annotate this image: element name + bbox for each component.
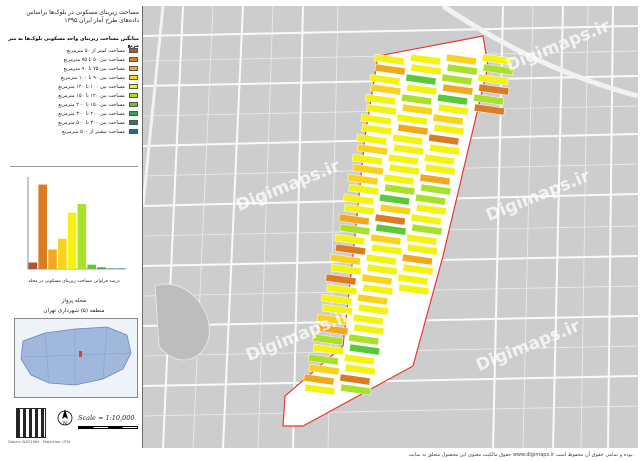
svg-text:N: N bbox=[63, 421, 67, 427]
legend-item: مساحت بین ۲۰۰ تا ۳۰۰ مترمربع bbox=[10, 109, 138, 118]
legend-label: مساحت بیشتر از ۵۰۰ مترمربع bbox=[62, 128, 125, 135]
map-block bbox=[478, 83, 510, 96]
location-subtitle: منطقه (۵) شهرداری تهران bbox=[43, 308, 105, 314]
legend-label: مساحت بین ۳۰۰ تا ۵۰۰ مترمربع bbox=[58, 119, 125, 126]
legend-swatch bbox=[129, 111, 138, 116]
legend-item: مساحت بیشتر از ۵۰۰ مترمربع bbox=[10, 127, 138, 136]
histogram-bar bbox=[48, 249, 57, 269]
scale-label: Scale = 1:10,000 bbox=[78, 414, 135, 422]
copyright-footer: حقوق مالکیت معنوی این محصول متعلق به سای… bbox=[408, 452, 634, 458]
neighborhood-marker bbox=[79, 351, 82, 357]
legend-swatch bbox=[129, 129, 138, 134]
legend-swatch bbox=[129, 57, 138, 62]
legend-label: مساحت کمتر از ۵۰ مترمربع bbox=[66, 47, 125, 54]
histogram-bar bbox=[38, 184, 47, 269]
legend-swatch bbox=[129, 93, 138, 98]
histogram-chart bbox=[27, 177, 126, 270]
histogram-bar bbox=[77, 204, 87, 269]
north-arrow-icon: N bbox=[57, 409, 73, 427]
legend-swatch bbox=[129, 102, 138, 107]
histogram-bar bbox=[107, 268, 116, 269]
histogram-bar bbox=[67, 212, 77, 269]
legend-label: مساحت بین ۵۰ تا ۷۵ مترمربع bbox=[63, 56, 125, 63]
legend-item: مساحت بین ۱۵۰ تا ۲۰۰ مترمربع bbox=[10, 100, 138, 109]
histogram-bar bbox=[97, 267, 106, 269]
histogram: درصد فراوانی مساحت زیربنای مسکونی در محل… bbox=[10, 166, 138, 290]
legend-item: مساحت بین ۵۰ تا ۷۵ مترمربع bbox=[10, 55, 138, 64]
histogram-bar bbox=[87, 264, 96, 269]
legend-label: مساحت بین ۲۰۰ تا ۳۰۰ مترمربع bbox=[58, 110, 125, 117]
legend-label: مساحت بین ۷۵ تا ۹۰ مترمربع bbox=[63, 65, 125, 72]
legend-swatch bbox=[129, 120, 138, 125]
legend-label: مساحت بین ۱۵۰ تا ۲۰۰ مترمربع bbox=[58, 101, 125, 108]
legend-item: مساحت بین ۱۲۰ تا ۱۵۰ مترمربع bbox=[10, 91, 138, 100]
legend-label: مساحت بین ۹۰ تا ۱۰۰ مترمربع bbox=[60, 74, 125, 81]
histogram-caption: درصد فراوانی مساحت زیربنای مسکونی در محل… bbox=[28, 279, 120, 284]
location-title: محله پرواز bbox=[61, 298, 87, 304]
legend-item: مساحت بین ۹۰ تا ۱۰۰ مترمربع bbox=[10, 73, 138, 82]
legend-label: مساحت بین ۱۲۰ تا ۱۵۰ مترمربع bbox=[58, 92, 125, 99]
map-block bbox=[316, 313, 348, 326]
map-block bbox=[312, 333, 344, 346]
legend-panel: مساحت زیربنای مسکونی در بلوک‌ها براساس د… bbox=[6, 6, 143, 448]
legend-list: مساحت کمتر از ۵۰ مترمربع مساحت بین ۵۰ تا … bbox=[10, 46, 138, 136]
panel-footer: Datum: WGS1984 · Projection: UTM bbox=[8, 440, 71, 444]
legend-swatch bbox=[129, 84, 138, 89]
legend-item: مساحت بین ۳۰۰ تا ۵۰۰ مترمربع bbox=[10, 118, 138, 127]
map-block bbox=[317, 323, 349, 336]
legend-swatch bbox=[129, 48, 138, 53]
map-block bbox=[320, 293, 353, 306]
location-inset-map bbox=[14, 318, 138, 398]
map-block bbox=[482, 63, 514, 76]
legend-label: مساحت بین ۱۰۰ تا ۱۲۰ مترمربع bbox=[58, 83, 125, 90]
legend-swatch bbox=[129, 75, 138, 80]
histogram-bar bbox=[116, 268, 126, 269]
legend-swatch bbox=[129, 66, 138, 71]
legend-item: مساحت بین ۱۰۰ تا ۱۲۰ مترمربع bbox=[10, 82, 138, 91]
legend-item: مساحت کمتر از ۵۰ مترمربع bbox=[10, 46, 138, 55]
legend-item: مساحت بین ۷۵ تا ۹۰ مترمربع bbox=[10, 64, 138, 73]
map-canvas[interactable]: Digimaps.ir Digimaps.ir Digimaps.ir Digi… bbox=[143, 6, 638, 448]
histogram-bar bbox=[28, 262, 38, 269]
qr-code-icon bbox=[16, 408, 46, 438]
scale-bar bbox=[78, 426, 138, 429]
histogram-bar bbox=[58, 238, 67, 269]
panel-title: مساحت زیربنای مسکونی در بلوک‌ها براساس د… bbox=[26, 9, 139, 24]
map-block bbox=[312, 343, 345, 356]
